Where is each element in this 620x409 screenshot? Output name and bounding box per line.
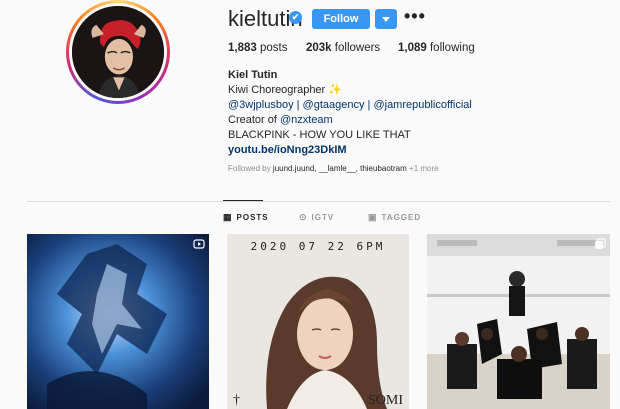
post-thumbnail[interactable] — [427, 234, 610, 409]
tab-tagged[interactable]: ▣ TAGGED — [368, 212, 421, 223]
igtv-icon: ⊙ — [299, 212, 308, 222]
grid-icon: ▦ — [223, 212, 233, 222]
tab-posts[interactable]: ▦ POSTS — [223, 212, 269, 223]
followed-by-text[interactable]: Followed by juund.juund, __lamle__, thie… — [228, 164, 439, 173]
post-date-overlay: 2020 07 22 6PM — [250, 240, 386, 253]
video-icon — [193, 238, 205, 250]
bio-mentions[interactable]: @3wjplusboy | @gtaagency | @jamrepublico… — [228, 98, 472, 113]
post-cross-mark: † — [233, 393, 240, 408]
post-thumbnail[interactable] — [27, 234, 209, 409]
profile-bio: Kiel Tutin Kiwi Choreographer ✨ @3wjplus… — [228, 68, 472, 158]
bio-creator-line: Creator of @nzxteam — [228, 114, 333, 126]
tabs-divider — [27, 201, 610, 202]
posts-count-stat: 1,883 posts — [228, 42, 288, 54]
profile-full-name: Kiel Tutin — [228, 69, 278, 81]
suggested-accounts-dropdown-button[interactable] — [375, 9, 397, 29]
bio-line-title: Kiwi Choreographer ✨ — [228, 84, 342, 96]
verified-badge-icon: ✔ — [289, 11, 302, 24]
post-thumbnail[interactable]: 2020 07 22 6PM † SOMI — [227, 234, 409, 409]
more-options-icon[interactable]: ••• — [404, 7, 426, 25]
post-artist-mark: SOMI — [367, 393, 403, 408]
bio-external-link[interactable]: youtu.be/ioNng23DkIM — [228, 143, 472, 158]
bio-line-song: BLACKPINK - HOW YOU LIKE THAT — [228, 129, 411, 141]
tag-icon: ▣ — [368, 212, 378, 222]
carousel-icon — [594, 238, 606, 250]
active-tab-indicator — [223, 200, 263, 201]
follow-button[interactable]: Follow — [312, 9, 370, 29]
following-link[interactable]: 1,089 following — [398, 42, 475, 54]
nzxteam-link[interactable]: @nzxteam — [280, 114, 333, 126]
profile-avatar[interactable] — [66, 0, 170, 104]
followers-link[interactable]: 203k followers — [306, 42, 380, 54]
avatar — [72, 6, 164, 98]
tab-igtv[interactable]: ⊙ IGTV — [299, 212, 334, 223]
